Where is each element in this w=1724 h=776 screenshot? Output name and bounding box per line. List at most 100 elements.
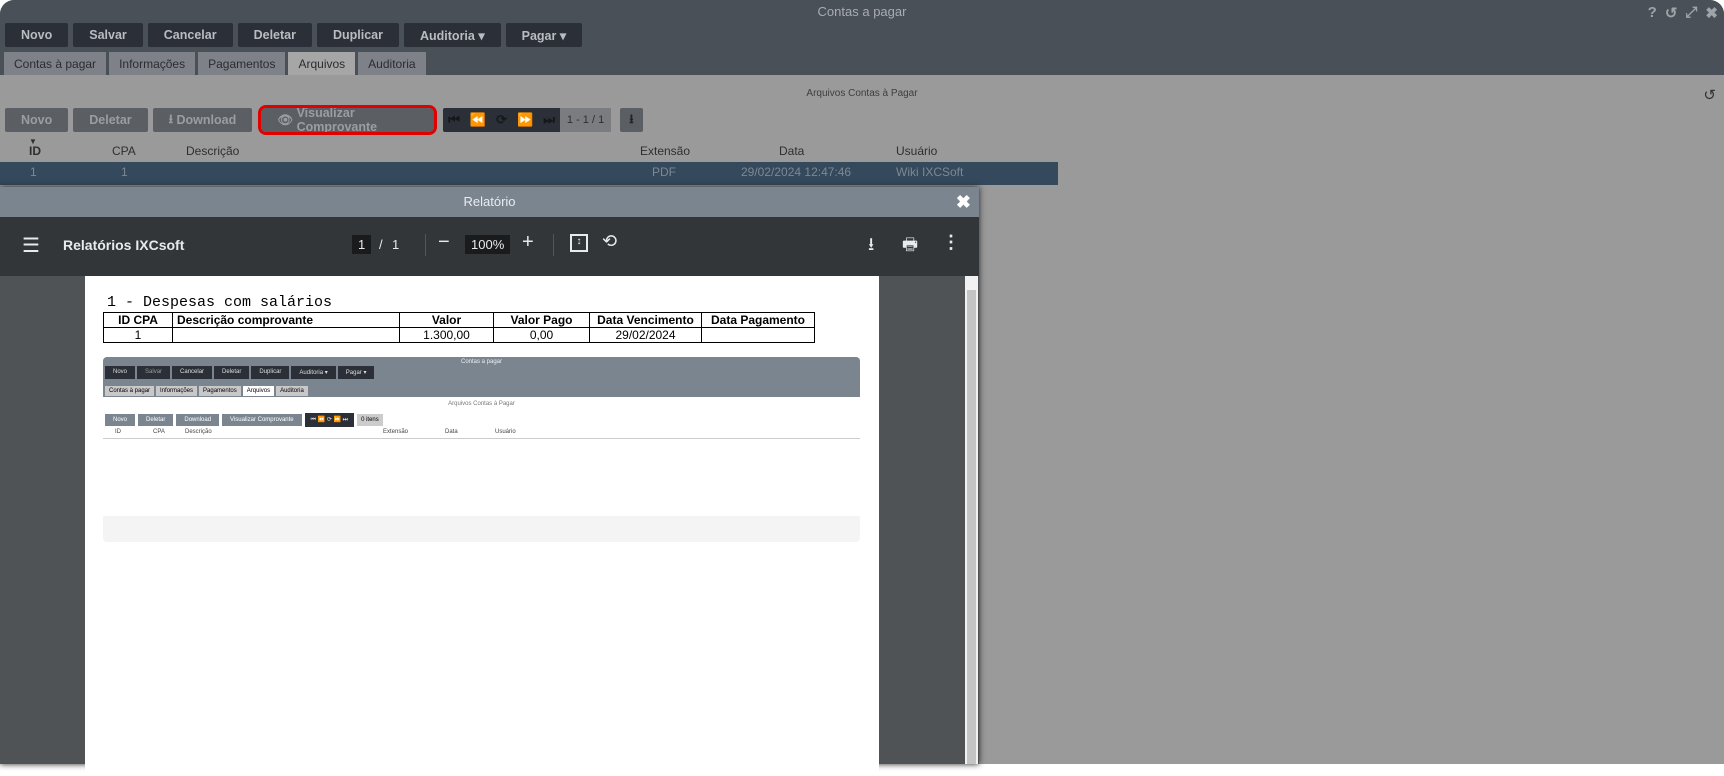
download-label: Download	[176, 113, 237, 127]
embedded-screenshot: Contas a pagar Novo Salvar Cancelar Dele…	[103, 357, 860, 542]
col-extensao[interactable]: Extensão	[640, 144, 690, 158]
pager-count: 1 - 1 / 1	[559, 108, 612, 132]
mini-button: Cancelar	[172, 366, 213, 379]
report-cell	[172, 327, 400, 343]
rotate-icon[interactable]: ⟲	[602, 231, 617, 252]
report-cell: 0,00	[493, 327, 590, 343]
expand-icon[interactable]: ⤢	[1685, 4, 1697, 22]
report-cell: 1.300,00	[399, 327, 494, 343]
pagar-dropdown[interactable]: Pagar ▾	[505, 23, 583, 47]
tabs: Contas à pagar Informações Pagamentos Ar…	[4, 52, 426, 75]
col-descricao[interactable]: Descrição	[186, 144, 239, 158]
close-icon[interactable]: ✖	[1705, 4, 1718, 22]
report-cell	[701, 327, 815, 343]
modal-header: Relatório ✖	[0, 187, 979, 217]
mini-col: ID	[115, 429, 121, 435]
tab-pagamentos[interactable]: Pagamentos	[198, 52, 286, 75]
mini-button: Pagar ▾	[337, 366, 375, 379]
download-icon: ⭳	[168, 111, 177, 126]
cell-usuario: Wiki IXCSoft	[896, 165, 964, 179]
salvar-button[interactable]: Salvar	[73, 23, 143, 47]
deletar-button[interactable]: Deletar	[237, 23, 312, 47]
novo-file-button[interactable]: Novo	[5, 108, 69, 132]
mini-tab: Auditoria	[276, 386, 308, 396]
page-input[interactable]: 1	[352, 235, 372, 254]
scrollbar-thumb[interactable]	[967, 290, 976, 764]
report-cell: 1	[103, 327, 173, 343]
pager: ⏮ ⏪ ⟳ ⏩ ⏭ 1 - 1 / 1	[443, 108, 612, 132]
col-cpa[interactable]: CPA	[112, 144, 136, 158]
cell-extensao: PDF	[652, 165, 676, 179]
mini-button: Download	[176, 414, 220, 426]
mini-button: Deletar	[138, 414, 174, 426]
mini-title: Contas a pagar	[460, 359, 503, 365]
history-icon[interactable]: ↺	[1665, 4, 1678, 22]
tab-auditoria[interactable]: Auditoria	[358, 52, 426, 75]
modal-title: Relatório	[463, 194, 516, 209]
col-id[interactable]: ID	[29, 144, 41, 158]
pdf-toolbar: ☰ Relatórios IXCsoft 1 / 1 − 100% + ↕ ⟲ …	[0, 217, 979, 276]
col-data[interactable]: Data	[779, 144, 804, 158]
mini-tab: Pagamentos	[199, 386, 241, 396]
mini-tab: Arquivos	[242, 386, 275, 396]
fit-page-icon[interactable]: ↕	[570, 234, 588, 252]
page-count: 1	[392, 237, 400, 252]
mini-tab: Contas à pagar	[105, 386, 155, 396]
next-page-icon[interactable]: ⏩	[512, 112, 538, 128]
menu-icon[interactable]: ☰	[22, 233, 40, 258]
col-usuario[interactable]: Usuário	[896, 144, 937, 158]
tab-arquivos[interactable]: Arquivos	[288, 52, 356, 75]
print-icon[interactable]: 🖶	[902, 232, 918, 261]
report-col: Data Vencimento	[589, 312, 702, 328]
help-icon[interactable]: ?	[1648, 4, 1657, 22]
mini-subtitle: Arquivos Contas à Pagar	[448, 401, 515, 407]
visualizar-label: Visualizar Comprovante	[296, 106, 378, 134]
zoom-out-icon[interactable]: −	[438, 231, 450, 254]
pdf-title: Relatórios IXCsoft	[63, 237, 185, 253]
mini-topbar: Contas a pagar Novo Salvar Cancelar Dele…	[103, 357, 860, 397]
mini-button: Visualizar Comprovante	[222, 414, 302, 426]
cell-id: 1	[30, 165, 37, 179]
mini-pager: 0 itens	[357, 414, 383, 426]
novo-button[interactable]: Novo	[5, 23, 69, 47]
last-page-icon[interactable]: ⏭	[538, 112, 560, 128]
relatorio-modal: Relatório ✖ ☰ Relatórios IXCsoft 1 / 1 −…	[0, 187, 979, 776]
eye-icon: 👁	[277, 112, 297, 127]
download-icon[interactable]: ⭳	[868, 232, 874, 262]
table-row[interactable]: 1 1 PDF 29/02/2024 12:47:46 Wiki IXCSoft	[0, 162, 1058, 185]
report-heading: 1 - Despesas com salários	[107, 294, 333, 311]
visualizar-comprovante-button[interactable]: 👁 Visualizar Comprovante	[258, 105, 438, 135]
auditoria-dropdown[interactable]: Auditoria ▾	[404, 23, 501, 47]
close-icon[interactable]: ✖	[956, 187, 971, 217]
tab-informacoes[interactable]: Informações	[109, 52, 196, 75]
mini-button: Novo	[105, 366, 136, 379]
main-toolbar: Novo Salvar Cancelar Deletar Duplicar Au…	[5, 23, 583, 47]
cell-cpa: 1	[121, 165, 128, 179]
zoom-in-icon[interactable]: +	[522, 231, 534, 254]
duplicar-button[interactable]: Duplicar	[316, 23, 399, 47]
refresh-icon[interactable]: ⟳	[491, 112, 512, 128]
mini-col: Usuário	[495, 429, 516, 435]
cancelar-button[interactable]: Cancelar	[147, 23, 233, 47]
first-page-icon[interactable]: ⏮	[443, 112, 465, 128]
report-col: ID CPA	[103, 312, 173, 328]
deletar-file-button[interactable]: Deletar	[73, 108, 148, 132]
download-button[interactable]: ⭳ Download	[152, 108, 253, 132]
mini-button: Duplicar	[251, 366, 290, 379]
tab-contas-a-pagar[interactable]: Contas à pagar	[4, 52, 107, 75]
mini-tab: Informações	[156, 386, 198, 396]
export-icon: ⭳	[629, 111, 634, 126]
mini-col: Extensão	[383, 429, 409, 435]
export-button[interactable]: ⭳	[620, 108, 643, 132]
zoom-input[interactable]: 100%	[465, 235, 511, 254]
prev-page-icon[interactable]: ⏪	[465, 112, 491, 128]
mini-button: Novo	[105, 414, 136, 426]
report-col: Valor	[399, 312, 494, 328]
more-icon[interactable]: ⋮	[942, 232, 960, 253]
report-col: Data Pagamento	[701, 312, 815, 328]
pdf-scrollbar[interactable]	[965, 276, 978, 764]
title-bar: Contas a pagar ? ↺ ⤢ ✖ Novo Salvar Cance…	[0, 0, 1724, 75]
report-cell: 29/02/2024	[589, 327, 702, 343]
report-table: ID CPA Descrição comprovante Valor Valor…	[103, 312, 815, 343]
history-icon[interactable]: ↺	[1703, 86, 1716, 104]
